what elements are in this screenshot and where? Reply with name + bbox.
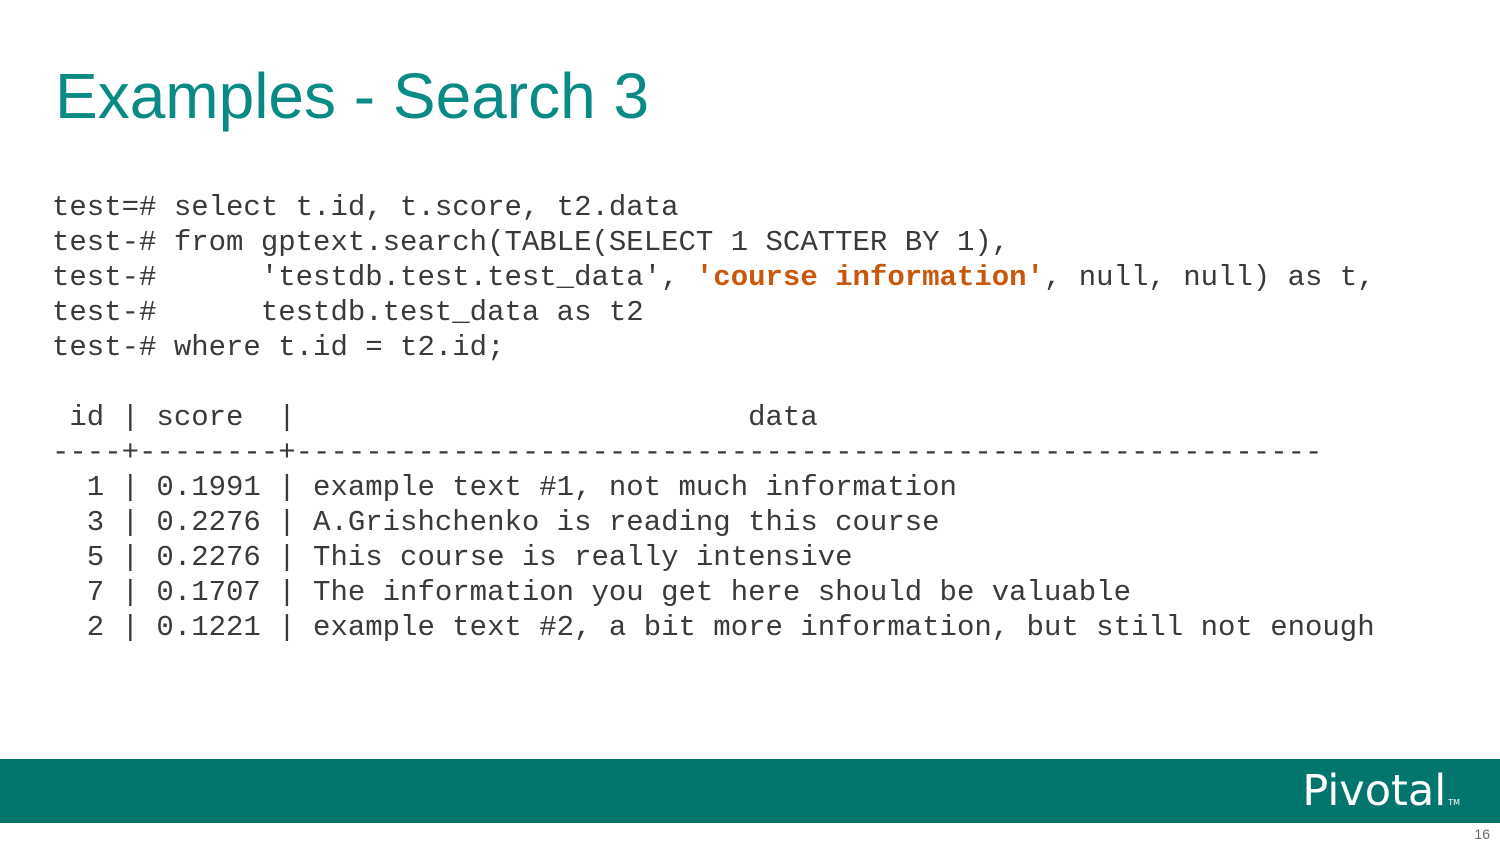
code-line: test-# 'testdb.test.test_data', 'course … [52, 261, 1375, 294]
footer-bar: Pivotal TM [0, 759, 1500, 823]
code-line: test=# select t.id, t.score, t2.data [52, 191, 679, 224]
search-query-highlight: 'course information' [695, 261, 1044, 294]
slide-title: Examples - Search 3 [55, 60, 650, 132]
code-line: test-# from gptext.search(TABLE(SELECT 1… [52, 226, 1010, 259]
result-row: 1 | 0.1991 | example text #1, not much i… [52, 471, 957, 504]
code-line: test-# testdb.test_data as t2 [52, 296, 644, 329]
result-row: 7 | 0.1707 | The information you get her… [52, 576, 1131, 609]
code-line: test-# where t.id = t2.id; [52, 331, 505, 364]
pivotal-logo: Pivotal TM [1302, 767, 1460, 827]
trademark-symbol: TM [1448, 798, 1460, 807]
code-line-prefix: test-# 'testdb.test.test_data', [52, 261, 696, 294]
result-header: id | score | data [52, 401, 818, 434]
result-separator: ----+--------+--------------------------… [52, 436, 1323, 469]
sql-code-block: test=# select t.id, t.score, t2.data tes… [52, 190, 1375, 645]
pivotal-logo-text: Pivotal [1302, 766, 1447, 816]
result-row: 5 | 0.2276 | This course is really inten… [52, 541, 853, 574]
code-line-suffix: , null, null) as t, [1043, 261, 1375, 294]
result-row: 3 | 0.2276 | A.Grishchenko is reading th… [52, 506, 940, 539]
result-row: 2 | 0.1221 | example text #2, a bit more… [52, 611, 1375, 644]
page-number: 16 [1474, 826, 1490, 842]
